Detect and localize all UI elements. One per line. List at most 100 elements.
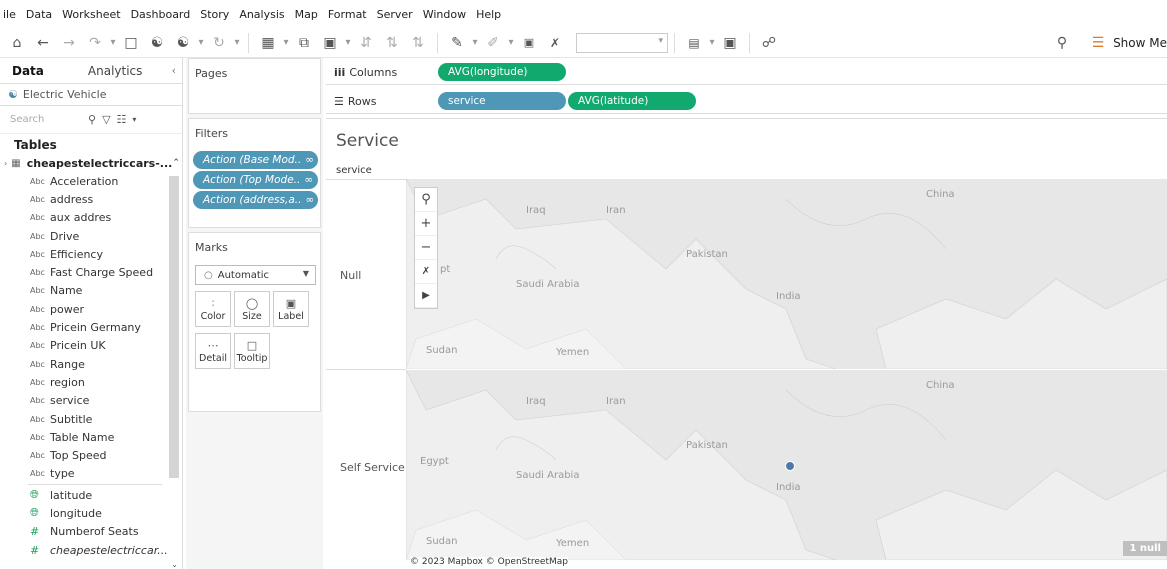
chevron-down-icon[interactable]: ⌄ <box>171 560 178 569</box>
field-item[interactable]: Abc region <box>0 373 182 391</box>
sort-ascending-icon[interactable]: ⇅ <box>383 32 401 54</box>
field-item[interactable]: # cheapestelectriccar... <box>0 541 182 559</box>
clear-dropdown-icon[interactable]: ▾ <box>344 32 352 54</box>
share-icon[interactable]: ☍ <box>760 32 778 54</box>
data-source[interactable]: ☯ Electric Vehicle <box>0 84 182 106</box>
duplicate-sheet-icon[interactable]: ⧉ <box>295 32 313 54</box>
tab-data[interactable]: Data <box>0 64 54 78</box>
field-item[interactable]: 🌐︎ longitude <box>0 504 182 522</box>
field-item[interactable]: Abc Table Name <box>0 428 182 446</box>
chevron-up-icon[interactable]: ⌃ <box>172 158 180 168</box>
refresh-icon[interactable]: ↻ <box>210 32 228 54</box>
redo-icon[interactable]: ↷ <box>86 32 104 54</box>
expand-icon[interactable]: › <box>4 159 7 168</box>
presentation-icon[interactable]: ▣ <box>721 32 739 54</box>
zoom-in-icon[interactable]: + <box>415 212 437 236</box>
zoom-out-icon[interactable]: − <box>415 236 437 260</box>
menu-format[interactable]: Format <box>328 8 367 21</box>
field-item[interactable]: Abc Fast Charge Speed <box>0 263 182 281</box>
group-icon[interactable]: ✐ <box>484 32 502 54</box>
field-item[interactable]: Abc power <box>0 300 182 318</box>
menu-story[interactable]: Story <box>200 8 229 21</box>
table-item[interactable]: › ▦ cheapestelectriccars-... ⌃ <box>0 154 182 172</box>
filter-icon[interactable]: ▽ <box>102 113 110 126</box>
group-dropdown-icon[interactable]: ▾ <box>507 32 515 54</box>
back-icon[interactable]: ← <box>34 32 52 54</box>
filter-pill[interactable]: Action (Base Mod.. ∞ <box>193 151 318 169</box>
menu-server[interactable]: Server <box>377 8 413 21</box>
search-input[interactable]: Search <box>10 114 88 125</box>
size-button[interactable]: ◯ Size <box>234 291 270 327</box>
field-item[interactable]: 🌐︎ latitude <box>0 486 182 504</box>
null-indicator[interactable]: 1 null <box>1123 541 1167 556</box>
detail-button[interactable]: ⋯ Detail <box>195 333 231 369</box>
rows-pill-latitude[interactable]: AVG(latitude) <box>568 92 696 110</box>
highlight-dropdown-icon[interactable]: ▾ <box>471 32 479 54</box>
home-icon[interactable]: ⌂ <box>8 32 26 54</box>
field-item[interactable]: Abc Efficiency <box>0 245 182 263</box>
clear-sheet-icon[interactable]: ▣ <box>321 32 339 54</box>
collapse-icon[interactable]: ‹ <box>172 64 176 77</box>
data-point[interactable] <box>785 461 795 471</box>
filters-card[interactable]: Filters Action (Base Mod.. ∞ Action (Top … <box>188 118 321 228</box>
menu-dashboard[interactable]: Dashboard <box>131 8 191 21</box>
redo-dropdown-icon[interactable]: ▾ <box>109 32 117 54</box>
field-item[interactable]: Abc Pricein UK <box>0 337 182 355</box>
field-item[interactable]: Abc Range <box>0 355 182 373</box>
field-item[interactable]: Abc address <box>0 190 182 208</box>
menu-file[interactable]: ile <box>3 8 16 21</box>
menu-worksheet[interactable]: Worksheet <box>62 8 120 21</box>
label-button[interactable]: ▣ Label <box>273 291 309 327</box>
refresh-dropdown-icon[interactable]: ▾ <box>233 32 241 54</box>
expand-toolbar-icon[interactable]: ▶ <box>415 284 437 308</box>
field-item[interactable]: Abc service <box>0 392 182 410</box>
fix-axes-icon[interactable]: ✗ <box>546 32 564 54</box>
data-pane-scrollbar[interactable] <box>169 176 179 478</box>
map-attribution[interactable]: © 2023 Mapbox © OpenStreetMap <box>410 557 568 567</box>
field-item[interactable]: Abc Top Speed <box>0 446 182 464</box>
mark-type-dropdown[interactable]: ○ Automatic ▼ <box>195 265 316 285</box>
swap-icon[interactable]: ⇵ <box>357 32 375 54</box>
field-item[interactable]: Abc Pricein Germany <box>0 318 182 336</box>
new-datasource-icon[interactable]: ☯ <box>148 32 166 54</box>
field-item[interactable]: Abc type <box>0 465 182 483</box>
field-item[interactable]: Abc Drive <box>0 227 182 245</box>
show-me-button[interactable]: Show Me <box>1113 36 1167 50</box>
columns-pill[interactable]: AVG(longitude) <box>438 63 566 81</box>
pages-card[interactable]: Pages <box>188 58 321 114</box>
show-cards-dropdown-icon[interactable]: ▾ <box>708 32 716 54</box>
menu-map[interactable]: Map <box>295 8 318 21</box>
new-worksheet-dropdown-icon[interactable]: ▾ <box>282 32 290 54</box>
rows-pill-service[interactable]: service <box>438 92 566 110</box>
view-options-icon[interactable]: ☷ <box>117 113 127 126</box>
map-pane-null[interactable]: China Iraq Iran Pakistan Saudi Arabia In… <box>406 179 1167 369</box>
highlight-icon[interactable]: ✎ <box>448 32 466 54</box>
map-search-icon[interactable]: ⚲ <box>415 188 437 212</box>
map-pane-self-service[interactable]: China Iraq Iran Pakistan Saudi Arabia In… <box>406 370 1167 560</box>
fit-dropdown[interactable]: ▾ <box>576 32 668 53</box>
show-me-icon[interactable]: ☰ <box>1089 32 1107 54</box>
field-item[interactable]: Abc Subtitle <box>0 410 182 428</box>
filter-pill[interactable]: Action (Top Mode.. ∞ <box>193 171 318 189</box>
tooltip-button[interactable]: □ Tooltip <box>234 333 270 369</box>
color-button[interactable]: ∶ Color <box>195 291 231 327</box>
menu-analysis[interactable]: Analysis <box>239 8 284 21</box>
sort-descending-icon[interactable]: ⇅ <box>409 32 427 54</box>
menu-help[interactable]: Help <box>476 8 501 21</box>
show-labels-icon[interactable]: ▣ <box>520 32 538 54</box>
field-item[interactable]: Abc Name <box>0 282 182 300</box>
datasource-dropdown-icon[interactable]: ▾ <box>197 32 205 54</box>
forward-icon[interactable]: → <box>60 32 78 54</box>
tab-analytics[interactable]: Analytics <box>78 64 153 78</box>
new-worksheet-icon[interactable]: ▦ <box>259 32 277 54</box>
rows-shelf[interactable]: ☰ Rows service AVG(latitude) <box>326 89 1167 114</box>
menu-window[interactable]: Window <box>423 8 466 21</box>
reset-map-icon[interactable]: ✗ <box>415 260 437 284</box>
view-options-dropdown-icon[interactable]: ▾ <box>132 115 136 124</box>
filter-pill[interactable]: Action (address,a.. ∞ <box>193 191 318 209</box>
field-item[interactable]: Abc Acceleration <box>0 172 182 190</box>
menu-data[interactable]: Data <box>26 8 52 21</box>
field-item[interactable]: # Numberof Seats <box>0 523 182 541</box>
columns-shelf[interactable]: iii Columns AVG(longitude) <box>326 60 1167 85</box>
save-icon[interactable]: □ <box>122 32 140 54</box>
